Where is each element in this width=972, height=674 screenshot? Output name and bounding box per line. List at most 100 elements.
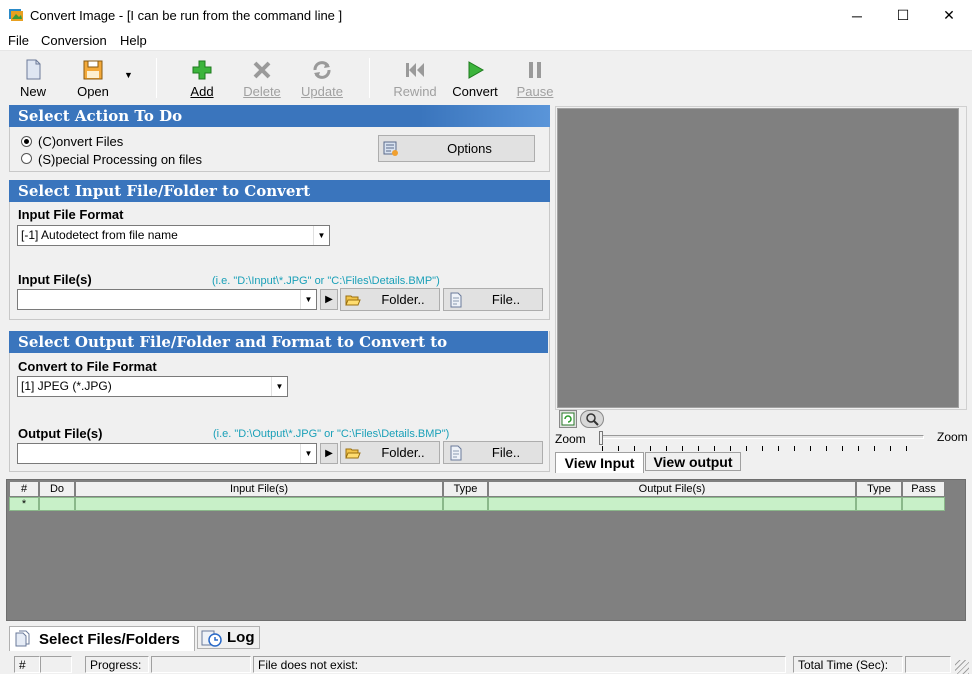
col-output-type[interactable]: Type xyxy=(856,481,902,497)
col-do[interactable]: Do xyxy=(39,481,75,497)
add-button[interactable]: Add xyxy=(176,56,228,100)
zoom-slider-thumb[interactable] xyxy=(599,431,603,445)
delete-label: Delete xyxy=(243,84,281,99)
status-progress-label: Progress: xyxy=(85,656,149,673)
tab-log[interactable]: Log xyxy=(197,626,260,649)
open-button[interactable]: Open xyxy=(67,56,119,100)
input-folder-button[interactable]: Folder.. xyxy=(340,288,440,311)
fit-image-button[interactable] xyxy=(559,410,577,428)
x-delete-icon xyxy=(253,61,271,79)
open-label: Open xyxy=(77,84,109,99)
tab-select-files[interactable]: Select Files/Folders xyxy=(9,626,195,651)
output-files-combo[interactable]: ▼ xyxy=(17,443,317,464)
row-marker: * xyxy=(9,497,39,511)
zoom-slider-ticks xyxy=(602,446,922,451)
input-folder-label: Folder.. xyxy=(381,292,425,307)
magnifier-icon xyxy=(586,413,599,426)
cell-input-type[interactable] xyxy=(443,497,488,511)
col-pass[interactable]: Pass xyxy=(902,481,945,497)
col-input-type[interactable]: Type xyxy=(443,481,488,497)
input-panel-header: Select Input File/Folder to Convert xyxy=(9,180,550,202)
input-format-select[interactable]: [-1] Autodetect from file name ▼ xyxy=(17,225,330,246)
output-files-hint: (i.e. "D:\Output\*.JPG" or "C:\Files\Det… xyxy=(213,428,450,440)
zoom-slider-track[interactable] xyxy=(601,435,924,439)
col-output-files[interactable]: Output File(s) xyxy=(488,481,856,497)
zoom-button[interactable] xyxy=(580,410,604,428)
chevron-down-icon: ▼ xyxy=(300,290,316,309)
tab-view-input[interactable]: View Input xyxy=(555,452,644,473)
resize-grip[interactable] xyxy=(955,660,969,674)
cell-input-files[interactable] xyxy=(75,497,443,511)
special-processing-label[interactable]: (S)pecial Processing on files xyxy=(38,152,202,167)
options-label: Options xyxy=(447,141,492,156)
menu-help[interactable]: Help xyxy=(120,33,147,48)
output-files-label: Output File(s) xyxy=(18,426,103,441)
convert-files-radio[interactable] xyxy=(21,136,32,147)
action-panel-header: Select Action To Do xyxy=(9,105,550,127)
chevron-down-icon: ▼ xyxy=(313,226,329,245)
cell-do[interactable] xyxy=(39,497,75,511)
input-files-hint: (i.e. "D:\Input\*.JPG" or "C:\Files\Deta… xyxy=(212,275,440,287)
fit-icon xyxy=(561,412,575,426)
update-button[interactable]: Update xyxy=(296,56,348,100)
output-format-select[interactable]: [1] JPEG (*.JPG) ▼ xyxy=(17,376,288,397)
input-files-label: Input File(s) xyxy=(18,272,92,287)
new-button[interactable]: New xyxy=(7,56,59,100)
open-dropdown-icon[interactable]: ▼ xyxy=(124,70,133,80)
status-count xyxy=(40,656,72,673)
folder-open-icon xyxy=(345,295,361,305)
play-arrow-icon: ▶ xyxy=(325,294,333,305)
convert-files-label[interactable]: (C)onvert Files xyxy=(38,134,123,149)
options-button[interactable]: Options xyxy=(378,135,535,162)
output-panel-title: Select Output File/Folder and Format to … xyxy=(18,333,448,351)
input-go-button[interactable]: ▶ xyxy=(320,289,338,310)
output-go-button[interactable]: ▶ xyxy=(320,443,338,464)
col-index[interactable]: # xyxy=(9,481,39,497)
zoom-label-left: Zoom xyxy=(555,432,586,446)
status-total-time-label: Total Time (Sec): xyxy=(793,656,903,673)
input-format-value: [-1] Autodetect from file name xyxy=(21,228,178,242)
status-total-time-value xyxy=(905,656,951,673)
menu-file[interactable]: File xyxy=(8,33,29,48)
cell-output-type[interactable] xyxy=(856,497,902,511)
tab-select-files-label: Select Files/Folders xyxy=(39,630,180,648)
input-file-button[interactable]: File.. xyxy=(443,288,543,311)
plus-icon xyxy=(192,60,212,80)
new-file-icon xyxy=(26,59,41,80)
action-panel-title: Select Action To Do xyxy=(18,107,183,125)
status-message: File does not exist: xyxy=(253,656,786,673)
status-bar: # Progress: File does not exist: Total T… xyxy=(0,654,972,674)
options-icon xyxy=(383,141,398,156)
tab-log-label: Log xyxy=(227,629,255,646)
maximize-button[interactable]: ☐ xyxy=(880,0,926,31)
output-file-button[interactable]: File.. xyxy=(443,441,543,464)
log-clock-icon xyxy=(201,630,222,647)
tab-view-output[interactable]: View output xyxy=(645,452,741,471)
toolbar-separator xyxy=(369,58,370,98)
pause-button[interactable]: Pause xyxy=(509,56,561,100)
input-files-combo[interactable]: ▼ xyxy=(17,289,317,310)
folder-open-icon xyxy=(345,448,361,458)
output-folder-button[interactable]: Folder.. xyxy=(340,441,440,464)
close-button[interactable]: ✕ xyxy=(926,0,972,31)
output-file-label: File.. xyxy=(491,445,521,460)
delete-button[interactable]: Delete xyxy=(236,56,288,100)
cell-output-files[interactable] xyxy=(488,497,856,511)
toolbar: New Open ▼ Add Delete Update Rewind Conv… xyxy=(0,52,972,102)
menu-conversion[interactable]: Conversion xyxy=(41,33,107,48)
rewind-button[interactable]: Rewind xyxy=(389,56,441,100)
new-label: New xyxy=(19,84,46,99)
chevron-down-icon: ▼ xyxy=(271,377,287,396)
pause-icon xyxy=(529,62,541,78)
floppy-disk-icon xyxy=(83,60,103,80)
play-arrow-icon: ▶ xyxy=(325,448,333,459)
special-processing-radio[interactable] xyxy=(21,153,32,164)
col-input-files[interactable]: Input File(s) xyxy=(75,481,443,497)
title-bar: Convert Image - [I can be run from the c… xyxy=(0,0,972,31)
refresh-icon xyxy=(313,61,331,79)
toolbar-separator xyxy=(156,58,157,98)
cell-pass[interactable] xyxy=(902,497,945,511)
minimize-button[interactable]: ─ xyxy=(834,0,880,31)
convert-button[interactable]: Convert xyxy=(449,56,501,100)
output-format-value: [1] JPEG (*.JPG) xyxy=(21,379,112,393)
